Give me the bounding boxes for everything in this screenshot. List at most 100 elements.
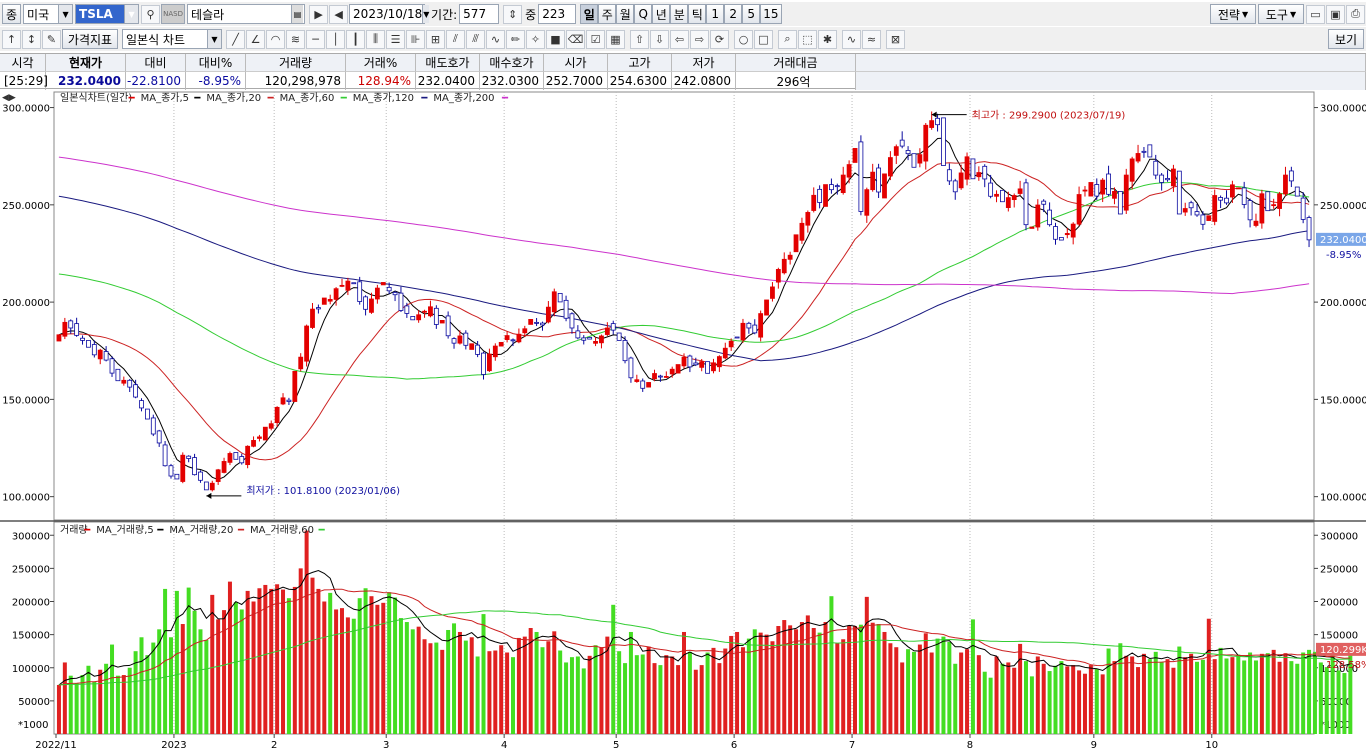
channel-icon[interactable]: ⫻ — [466, 29, 485, 49]
volume-bar — [510, 657, 515, 734]
drawing-tools: ╱ ∠ ◠ ≋ ─ │ ┃ ⫼ ☰ ⊪ ⊞ ⫽ ⫻ ∿ ✏ ✧ ■ ⌫ ☑ ▦ — [226, 29, 626, 49]
candle-body — [740, 322, 746, 341]
arc-icon[interactable]: ◠ — [266, 29, 285, 49]
volume-bar — [682, 631, 686, 734]
stock-name-field[interactable]: 테슬라 ▤ — [187, 4, 306, 24]
fan-icon[interactable]: ≋ — [286, 29, 305, 49]
interval-tab[interactable]: 주 — [598, 4, 617, 24]
table-icon[interactable]: ▦ — [606, 29, 625, 49]
interval-tab[interactable]: 1 — [706, 4, 725, 24]
ticker-input[interactable]: TSLA ▼ — [75, 4, 140, 24]
trendline-icon[interactable]: ╱ — [226, 29, 245, 49]
properties-icon[interactable]: ☑ — [586, 29, 605, 49]
horizontal-line-icon[interactable]: ─ — [306, 29, 325, 49]
search-icon[interactable]: ⚲ — [141, 4, 161, 24]
move-up-icon[interactable]: ⇧ — [630, 29, 649, 49]
tools-button[interactable]: 도구 ▼ — [1258, 4, 1304, 24]
candle-body — [1070, 223, 1076, 238]
pencil-icon[interactable]: ✏ — [506, 29, 525, 49]
candle-body — [144, 408, 150, 420]
move-down-icon[interactable]: ⇩ — [650, 29, 669, 49]
move-left-icon[interactable]: ⇦ — [670, 29, 689, 49]
wave-type-icon[interactable]: ≈ — [862, 29, 881, 49]
interval-tab[interactable]: 15 — [760, 4, 782, 24]
candle-body — [74, 323, 80, 336]
candle-body — [716, 356, 722, 368]
volume-bar — [599, 647, 604, 734]
folder-icon[interactable]: ▭ — [1306, 4, 1325, 24]
vertical-line-icon[interactable]: │ — [326, 29, 345, 49]
interval-tab[interactable]: 5 — [742, 4, 761, 24]
select-region-icon[interactable]: ⬚ — [798, 29, 817, 49]
interval-tab[interactable]: 월 — [616, 4, 635, 24]
fibonacci-icon[interactable]: ☰ — [386, 29, 405, 49]
price-tick-label: 300.0000 — [2, 104, 50, 115]
zoom-input[interactable]: 223 — [538, 4, 577, 24]
rotate-icon[interactable]: ⟳ — [710, 29, 729, 49]
volume-bar — [151, 642, 156, 734]
zoom-region-icon[interactable]: ⌕ — [778, 29, 797, 49]
interval-tab[interactable]: 년 — [652, 4, 671, 24]
interval-tab[interactable]: 2 — [724, 4, 743, 24]
interval-tab[interactable]: 틱 — [688, 4, 707, 24]
candle-body — [363, 296, 368, 310]
gann-icon[interactable]: ⊞ — [426, 29, 445, 49]
wave-icon[interactable]: ∿ — [486, 29, 505, 49]
view-button[interactable]: 보기 — [1328, 29, 1364, 49]
candle-body — [386, 286, 392, 292]
move-right-icon[interactable]: ⇨ — [690, 29, 709, 49]
clipboard-icon[interactable]: ▤ — [291, 5, 304, 23]
candle-body — [864, 189, 870, 216]
stock-chart[interactable]: 100.0000 100.0000 150.0000 150.0000 200.0000… — [0, 90, 1366, 752]
interval-tab[interactable]: 일 — [580, 4, 599, 24]
cycle-lines-icon[interactable]: ⫼ — [366, 29, 385, 49]
market-label[interactable]: 종 — [2, 4, 22, 24]
updown-arrow-icon[interactable]: ↕ — [22, 29, 41, 49]
interval-tab[interactable]: 분 — [670, 4, 689, 24]
line-type-icon[interactable]: ∿ — [842, 29, 861, 49]
eraser-icon[interactable]: ⌫ — [566, 29, 585, 49]
circle-icon[interactable]: ○ — [734, 29, 753, 49]
candle-body — [192, 457, 197, 476]
candle-body — [1265, 191, 1271, 212]
indicator-button[interactable]: 가격지표 — [62, 29, 118, 49]
period-input[interactable]: 577 — [459, 4, 500, 24]
color-icon[interactable]: ■ — [546, 29, 565, 49]
interval-tab[interactable]: Q — [634, 4, 653, 24]
candle-body — [811, 194, 817, 211]
candle-body — [781, 258, 787, 274]
capture-icon[interactable]: ⊠ — [886, 29, 905, 49]
date-field[interactable]: 2023/10/18 ▼ — [349, 4, 430, 24]
strategy-button[interactable]: 전략 ▼ — [1210, 4, 1256, 24]
chart-type-select[interactable]: 일본식 차트 ▼ — [122, 29, 222, 49]
volume-bar — [687, 651, 692, 734]
edit-icon[interactable]: ✎ — [42, 29, 61, 49]
parallel-lines-icon[interactable]: ⫽ — [446, 29, 465, 49]
volume-bar — [1159, 661, 1164, 734]
time-zone-icon[interactable]: ⊪ — [406, 29, 425, 49]
candle-body — [952, 180, 958, 193]
candle-body — [876, 167, 881, 193]
angle-icon[interactable]: ∠ — [246, 29, 265, 49]
market-select[interactable]: 미국 ▼ — [23, 4, 74, 24]
candle-body — [846, 164, 852, 178]
candle-body — [911, 153, 917, 168]
volume-bar — [245, 590, 250, 734]
volume-bar — [699, 665, 704, 734]
candle-body — [1017, 188, 1023, 194]
zoom-spin-icon[interactable]: ⇕ — [503, 4, 523, 24]
save-icon[interactable]: ▣ — [1326, 4, 1345, 24]
print-icon[interactable]: ⎙ — [1346, 4, 1365, 24]
wand-icon[interactable]: ✧ — [526, 29, 545, 49]
crosshair-icon[interactable]: ✱ — [818, 29, 837, 49]
up-arrow-icon[interactable]: ↑ — [2, 29, 21, 49]
volume-bar — [1253, 660, 1258, 734]
volume-bar — [564, 662, 569, 734]
price-legend-item: MA_종가,60 — [280, 92, 335, 104]
rectangle-icon[interactable]: □ — [754, 29, 773, 49]
vertical-grid-icon[interactable]: ┃ — [346, 29, 365, 49]
price-tick-label: 250.0000 — [2, 201, 50, 212]
play-icon[interactable]: ▶ — [309, 4, 329, 24]
back-icon[interactable]: ◀ — [329, 4, 349, 24]
candle-body — [481, 352, 486, 375]
